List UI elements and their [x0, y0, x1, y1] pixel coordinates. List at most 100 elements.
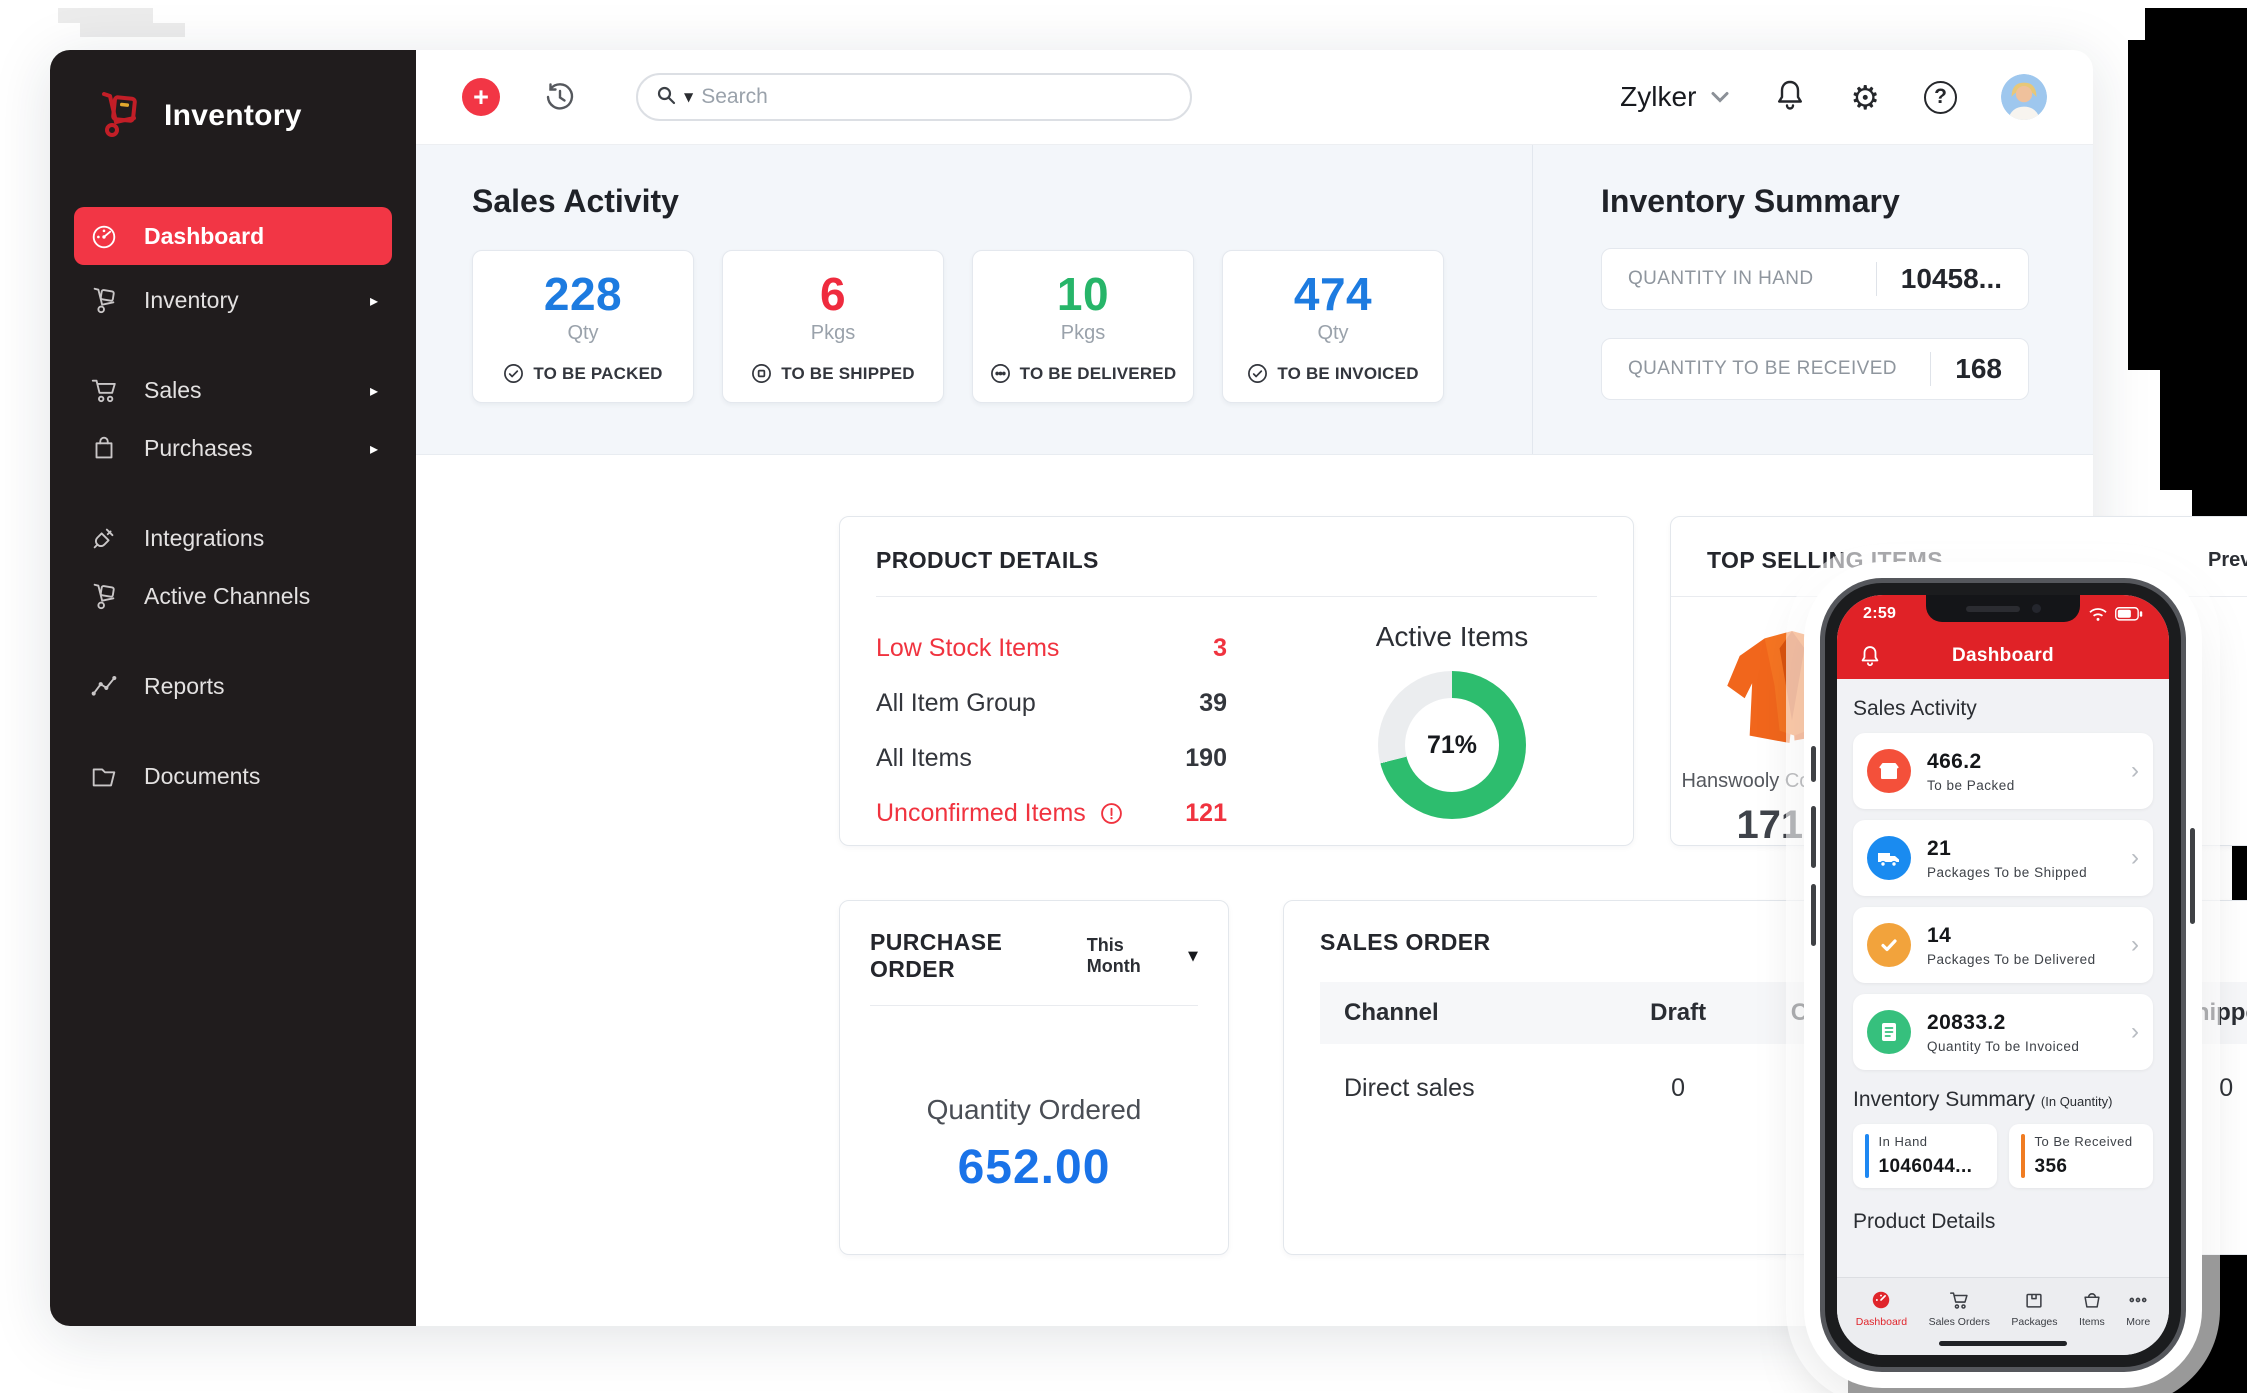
nav-spacer: [50, 477, 416, 509]
row-label: QUANTITY TO BE RECEIVED: [1628, 358, 1897, 380]
add-new-button[interactable]: +: [462, 78, 500, 116]
active-items-donut[interactable]: 71%: [1378, 671, 1526, 819]
dolly-icon: [88, 580, 120, 612]
phone-nav-sales-orders[interactable]: Sales Orders: [1929, 1289, 1990, 1328]
card-title: PURCHASE ORDER: [870, 929, 1087, 983]
search-icon: [656, 85, 676, 110]
kpi-value: 474: [1294, 267, 1372, 321]
wifi-icon: [2087, 606, 2109, 622]
card-text: 20833.2 Quantity To be Invoiced: [1927, 1011, 2079, 1054]
row-label: All Item Group: [876, 689, 1036, 718]
dropdown-caret-icon: ▼: [1188, 949, 1198, 964]
pd-row-all-item-group[interactable]: All Item Group 39: [876, 676, 1297, 731]
range-label: This Month: [1087, 935, 1179, 977]
card-text: 14 Packages To be Delivered: [1927, 924, 2096, 967]
search-scope-caret-icon[interactable]: ▼: [684, 90, 693, 104]
purchase-order-card: PURCHASE ORDER This Month ▼ Quantity Ord…: [839, 900, 1229, 1255]
folder-icon: [88, 760, 120, 792]
search-input[interactable]: [701, 85, 1172, 109]
brand[interactable]: Inventory: [50, 86, 416, 145]
chevron-right-icon: ›: [2131, 844, 2139, 872]
sidebar-item-label: Integrations: [144, 525, 264, 552]
col-channel[interactable]: Channel: [1320, 982, 1623, 1044]
kpi-value: 6: [820, 267, 846, 321]
phone-product-details-title: Product Details: [1853, 1210, 2153, 1234]
sidebar-item-documents[interactable]: Documents: [50, 747, 416, 805]
pd-row-low-stock[interactable]: Low Stock Items 3: [876, 621, 1297, 676]
kpi-label-row: TO BE PACKED: [503, 363, 662, 384]
chevron-right-icon: ▸: [370, 381, 378, 400]
phone-time: 2:59: [1863, 605, 1896, 623]
inventory-summary-title: Inventory Summary: [1601, 183, 2029, 220]
kpi-value: 228: [544, 267, 622, 321]
range-dropdown[interactable]: Previous Year ▼: [2208, 549, 2247, 572]
phone-nav-dashboard[interactable]: Dashboard: [1856, 1289, 1907, 1328]
chevron-right-icon: ›: [2131, 757, 2139, 785]
phone-inventory-summary-title: Inventory Summary (In Quantity): [1853, 1088, 2153, 1112]
avatar[interactable]: [2001, 74, 2047, 120]
card-value: 1046044...: [1879, 1156, 1973, 1178]
nav-spacer: [50, 625, 416, 657]
kpi-card-to-be-invoiced[interactable]: 474 Qty TO BE INVOICED: [1222, 250, 1444, 403]
kpi-card-to-be-packed[interactable]: 228 Qty TO BE PACKED: [472, 250, 694, 403]
phone-card-to-be-delivered[interactable]: 14 Packages To be Delivered ›: [1853, 907, 2153, 983]
inventory-summary-row-in-hand[interactable]: QUANTITY IN HAND 10458...: [1601, 248, 2029, 310]
range-label: Previous Year: [2208, 549, 2247, 572]
phone-nav-packages[interactable]: Packages: [2011, 1289, 2057, 1328]
phone-in-hand-card[interactable]: In Hand 1046044...: [1853, 1124, 1997, 1188]
col-draft[interactable]: Draft: [1623, 982, 1733, 1044]
decor-step-grey: [58, 8, 153, 23]
row-value: 121: [1185, 799, 1227, 828]
settings-gear-icon[interactable]: ⚙: [1850, 81, 1880, 114]
kpi-label-row: TO BE DELIVERED: [990, 363, 1177, 384]
donut-percent: 71%: [1405, 698, 1499, 792]
phone-bell-icon[interactable]: [1859, 644, 1881, 668]
phone-header: Dashboard: [1837, 633, 2169, 679]
sidebar-item-dashboard[interactable]: Dashboard: [74, 207, 392, 265]
phone-card-to-be-packed[interactable]: 466.2 To be Packed ›: [1853, 733, 2153, 809]
kpi-card-to-be-delivered[interactable]: 10 Pkgs TO BE DELIVERED: [972, 250, 1194, 403]
kpi-card-to-be-shipped[interactable]: 6 Pkgs TO BE SHIPPED: [722, 250, 944, 403]
product-details-body: Low Stock Items 3 All Item Group 39 All …: [876, 621, 1597, 841]
pd-row-unconfirmed[interactable]: Unconfirmed Items 121: [876, 786, 1297, 841]
sidebar-item-purchases[interactable]: Purchases ▸: [50, 419, 416, 477]
sidebar-item-active-channels[interactable]: Active Channels: [50, 567, 416, 625]
phone-page-title: Dashboard: [1837, 645, 2169, 667]
history-icon[interactable]: [542, 79, 578, 115]
inventory-summary-row-to-be-received[interactable]: QUANTITY TO BE RECEIVED 168: [1601, 338, 2029, 400]
org-switcher[interactable]: Zylker: [1620, 81, 1730, 113]
notifications-bell-icon[interactable]: [1774, 78, 1806, 117]
search-box[interactable]: ▼: [636, 73, 1192, 121]
phone-card-to-be-shipped[interactable]: 21 Packages To be Shipped ›: [1853, 820, 2153, 896]
topbar: + ▼ Zylker: [416, 50, 2093, 145]
sales-activity-title: Sales Activity: [472, 183, 1444, 220]
purchase-order-header: PURCHASE ORDER This Month ▼: [870, 929, 1198, 983]
phone-home-indicator[interactable]: [1837, 1338, 2169, 1355]
phone-to-be-received-card[interactable]: To Be Received 356: [2009, 1124, 2153, 1188]
sidebar-item-integrations[interactable]: Integrations: [50, 509, 416, 567]
brand-logo-icon: [90, 86, 144, 145]
cell-channel: Direct sales: [1320, 1044, 1623, 1132]
phone-nav-more[interactable]: More: [2126, 1289, 2150, 1328]
card-title: PRODUCT DETAILS: [876, 547, 1597, 574]
decor-step-black: [1848, 1378, 2108, 1393]
phone-nav-items[interactable]: Items: [2079, 1289, 2105, 1328]
dashboard-gauge-icon: [1870, 1289, 1892, 1311]
package-box-icon: [2023, 1289, 2045, 1311]
pd-row-all-items[interactable]: All Items 190: [876, 731, 1297, 786]
card-text: 466.2 To be Packed: [1927, 750, 2015, 793]
phone-sales-activity-title: Sales Activity: [1853, 697, 2153, 721]
chevron-right-icon: ›: [2131, 1018, 2139, 1046]
sidebar-item-label: Inventory: [144, 287, 239, 314]
phone-card-to-be-invoiced[interactable]: 20833.2 Quantity To be Invoiced ›: [1853, 994, 2153, 1070]
kpi-band: Sales Activity 228 Qty TO BE PACKED 6: [416, 145, 2093, 455]
metric-label: Quantity Ordered: [870, 1094, 1198, 1126]
sidebar-item-reports[interactable]: Reports: [50, 657, 416, 715]
sidebar-item-inventory[interactable]: Inventory ▸: [50, 271, 416, 329]
help-icon[interactable]: ?: [1924, 81, 1957, 114]
range-dropdown[interactable]: This Month ▼: [1087, 935, 1198, 977]
sidebar-item-sales[interactable]: Sales ▸: [50, 361, 416, 419]
sidebar-item-label: Sales: [144, 377, 202, 404]
nav-label: More: [2126, 1316, 2150, 1328]
phone-mute-switch: [1811, 746, 1816, 782]
